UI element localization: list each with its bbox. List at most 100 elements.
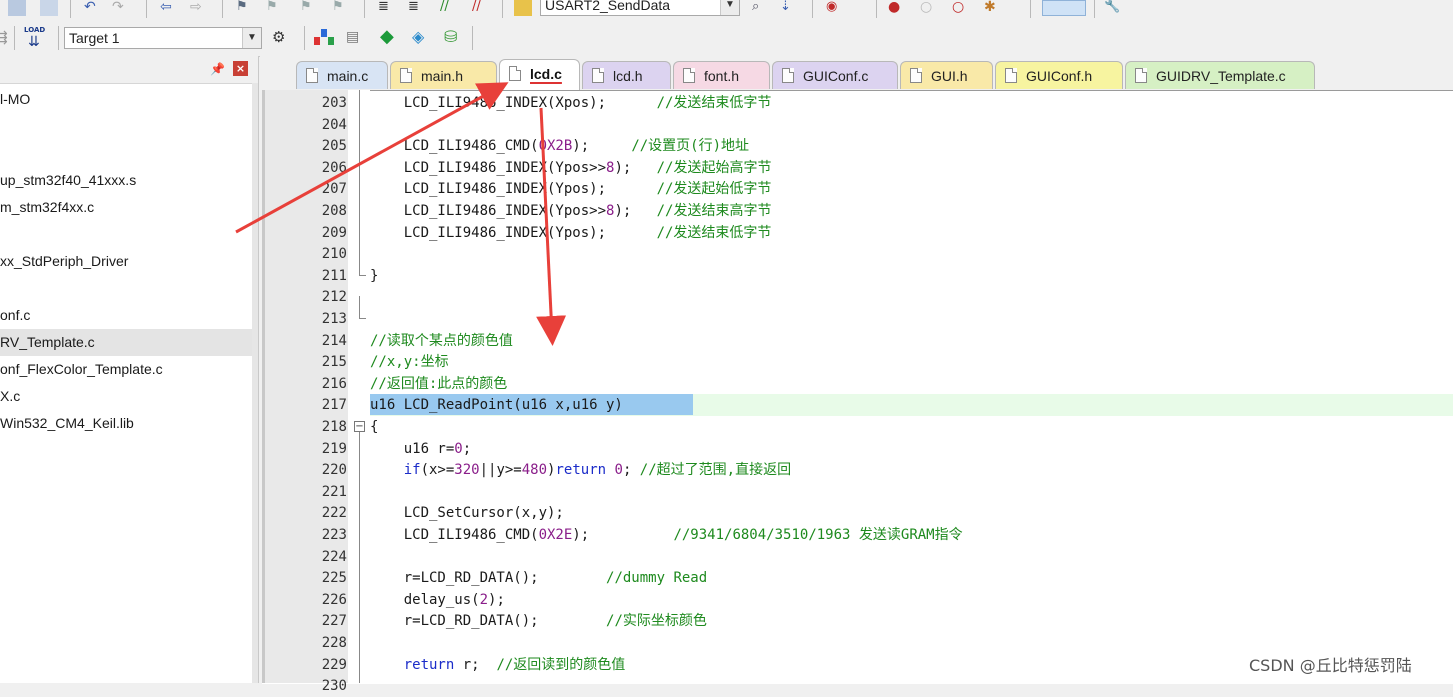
undo-icon[interactable]: ↶ bbox=[84, 0, 102, 16]
code-line[interactable]: LCD_ILI9486_INDEX(Xpos); //发送结束低字节 bbox=[370, 92, 772, 114]
tab-lcd-c[interactable]: lcd.c bbox=[499, 59, 580, 90]
paste-icon[interactable] bbox=[40, 0, 58, 16]
bookmark-next-icon[interactable]: ⚑ bbox=[300, 0, 318, 16]
code-line[interactable]: delay_us(2); bbox=[370, 589, 505, 611]
unindent-icon[interactable]: ≣ bbox=[408, 0, 426, 16]
code-line[interactable]: if(x>=320||y>=480)return 0; //超过了范围,直接返回 bbox=[370, 459, 791, 481]
tab-guidrv-template-c[interactable]: GUIDRV_Template.c bbox=[1125, 61, 1315, 89]
code-line[interactable]: LCD_ILI9486_INDEX(Ypos); //发送结束低字节 bbox=[370, 222, 772, 244]
tab-guiconf-h[interactable]: GUIConf.h bbox=[995, 61, 1123, 89]
code-line[interactable]: //读取个某点的颜色值 bbox=[370, 330, 513, 352]
breakpoint-clear-icon[interactable]: ✱ bbox=[984, 0, 1002, 16]
find-in-files-icon[interactable] bbox=[514, 0, 532, 16]
code-line[interactable]: //x,y:坐标 bbox=[370, 351, 449, 373]
tab-font-h[interactable]: font.h bbox=[673, 61, 770, 89]
code-line[interactable]: LCD_ILI9486_CMD(0X2E); //9341/6804/3510/… bbox=[370, 524, 963, 546]
tree-item[interactable]: onf.c bbox=[0, 302, 252, 329]
pack-installer-icon[interactable]: ◆ bbox=[380, 28, 398, 46]
tree-item[interactable]: up_stm32f40_41xxx.s bbox=[0, 167, 252, 194]
download-load-label: LOAD bbox=[24, 26, 46, 34]
file-extensions-icon[interactable]: ▤ bbox=[346, 29, 364, 45]
chevron-down-icon[interactable]: ▼ bbox=[242, 28, 261, 48]
batch-build-icon[interactable]: ⇶ bbox=[0, 30, 14, 46]
tree-item[interactable] bbox=[0, 275, 252, 302]
toolbar-separator bbox=[70, 0, 71, 18]
comment-icon[interactable]: // bbox=[440, 0, 458, 16]
code-line[interactable]: r=LCD_RD_DATA(); //实际坐标颜色 bbox=[370, 610, 707, 632]
code-line[interactable]: } bbox=[370, 265, 378, 287]
pin-icon[interactable]: 📌 bbox=[210, 62, 225, 76]
chevron-down-icon[interactable]: ▼ bbox=[720, 0, 739, 15]
line-number: 214 bbox=[321, 332, 347, 349]
line-number: 210 bbox=[321, 246, 347, 263]
code-line[interactable]: LCD_ILI9486_INDEX(Ypos); //发送起始低字节 bbox=[370, 178, 772, 200]
tree-item[interactable]: Win532_CM4_Keil.lib bbox=[0, 410, 252, 437]
tree-item[interactable]: RV_Template.c bbox=[0, 329, 252, 356]
code-line[interactable]: r=LCD_RD_DATA(); //dummy Read bbox=[370, 567, 707, 589]
manage-runtime-icon[interactable]: ⛁ bbox=[444, 28, 462, 46]
line-number: 209 bbox=[321, 224, 347, 241]
tree-item[interactable]: xx_StdPeriph_Driver bbox=[0, 248, 252, 275]
editor-tab-bar: main.c main.h lcd.c lcd.h font.h GUIConf.c GUI… bbox=[260, 56, 1453, 90]
select-packs-icon[interactable]: ◈ bbox=[412, 28, 430, 46]
indent-icon[interactable]: ≣ bbox=[378, 0, 396, 16]
tab-main-c[interactable]: main.c bbox=[296, 61, 388, 89]
bookmark-toggle-icon[interactable]: ⚑ bbox=[236, 0, 254, 16]
tab-lcd-h[interactable]: lcd.h bbox=[582, 61, 671, 89]
file-icon bbox=[509, 66, 521, 81]
code-line[interactable]: //返回值:此点的颜色 bbox=[370, 373, 507, 395]
line-number: 219 bbox=[321, 440, 347, 457]
breakpoint-icon[interactable]: ● bbox=[888, 0, 906, 16]
line-number: 211 bbox=[321, 267, 347, 284]
bookmark-prev-icon[interactable]: ⚑ bbox=[266, 0, 284, 16]
debug-session-icon[interactable]: ◉ bbox=[826, 0, 844, 16]
manage-project-items-icon[interactable] bbox=[314, 29, 334, 47]
bookmark-clear-icon[interactable]: ⚑ bbox=[332, 0, 350, 16]
tree-item[interactable] bbox=[0, 113, 252, 140]
line-number: 216 bbox=[321, 375, 347, 392]
tree-item[interactable]: onf_FlexColor_Template.c bbox=[0, 356, 252, 383]
breakpoint-disable-icon[interactable]: ○ bbox=[920, 0, 938, 16]
code-line[interactable]: return r; //返回读到的颜色值 bbox=[370, 654, 626, 676]
tab-guiconf-c[interactable]: GUIConf.c bbox=[772, 61, 898, 89]
tab-main-h[interactable]: main.h bbox=[390, 61, 497, 89]
tab-label: GUIConf.c bbox=[803, 68, 869, 84]
find-icon[interactable]: ⌕ bbox=[752, 0, 770, 16]
function-combo[interactable]: USART2_SendData ▼ bbox=[540, 0, 740, 16]
save-all-icon[interactable] bbox=[8, 0, 26, 16]
code-line[interactable]: LCD_ILI9486_INDEX(Ypos>>8); //发送起始高字节 bbox=[370, 157, 772, 179]
close-icon[interactable]: × bbox=[233, 61, 248, 76]
code-line[interactable]: LCD_ILI9486_CMD(0X2B); //设置页(行)地址 bbox=[370, 135, 749, 157]
incremental-find-icon[interactable]: ⇣ bbox=[780, 0, 798, 16]
code-line[interactable]: LCD_SetCursor(x,y); bbox=[370, 502, 564, 524]
download-icon[interactable]: LOAD ⇊ bbox=[24, 26, 48, 50]
tab-label: lcd.h bbox=[613, 68, 643, 84]
tree-item[interactable]: m_stm32f4xx.c bbox=[0, 194, 252, 221]
target-options-icon[interactable]: ⚙ bbox=[272, 29, 290, 45]
toolbar-separator bbox=[1094, 0, 1095, 18]
window-layout-icon[interactable] bbox=[1042, 0, 1086, 16]
tab-gui-h[interactable]: GUI.h bbox=[900, 61, 993, 89]
code-line[interactable]: u16 r=0; bbox=[370, 438, 471, 460]
target-combo[interactable]: Target 1 ▼ bbox=[64, 27, 262, 49]
code-line[interactable]: { bbox=[370, 416, 378, 438]
file-icon bbox=[400, 68, 412, 83]
redo-icon[interactable]: ↷ bbox=[112, 0, 130, 16]
configuration-icon[interactable]: 🔧 bbox=[1104, 0, 1122, 16]
tree-item[interactable]: l-MO bbox=[0, 86, 252, 113]
tree-item[interactable] bbox=[0, 221, 252, 248]
uncomment-icon[interactable]: // bbox=[472, 0, 490, 16]
project-panel: 📌 × l-MO up_stm32f40_41xxx.s m_stm32f4xx.c… bbox=[0, 56, 259, 683]
breakpoint-kill-icon[interactable]: ○ bbox=[952, 0, 970, 16]
tree-item[interactable]: X.c bbox=[0, 383, 252, 410]
project-panel-scrollbar[interactable] bbox=[252, 83, 258, 683]
nav-forward-icon[interactable]: ⇨ bbox=[190, 0, 208, 16]
code-line[interactable]: u16 LCD_ReadPoint(u16 x,u16 y) bbox=[370, 394, 623, 416]
nav-back-icon[interactable]: ⇦ bbox=[160, 0, 178, 16]
code-line[interactable]: LCD_ILI9486_INDEX(Ypos>>8); //发送结束高字节 bbox=[370, 200, 772, 222]
toolbar-separator bbox=[146, 0, 147, 18]
tree-item[interactable] bbox=[0, 140, 252, 167]
toolbar-row-2: ⇶ LOAD ⇊ Target 1 ▼ ⚙ ▤ ◆ ◈ ⛁ bbox=[0, 20, 1453, 57]
fold-toggle-icon[interactable]: − bbox=[354, 421, 365, 432]
tab-label: GUI.h bbox=[931, 68, 968, 84]
